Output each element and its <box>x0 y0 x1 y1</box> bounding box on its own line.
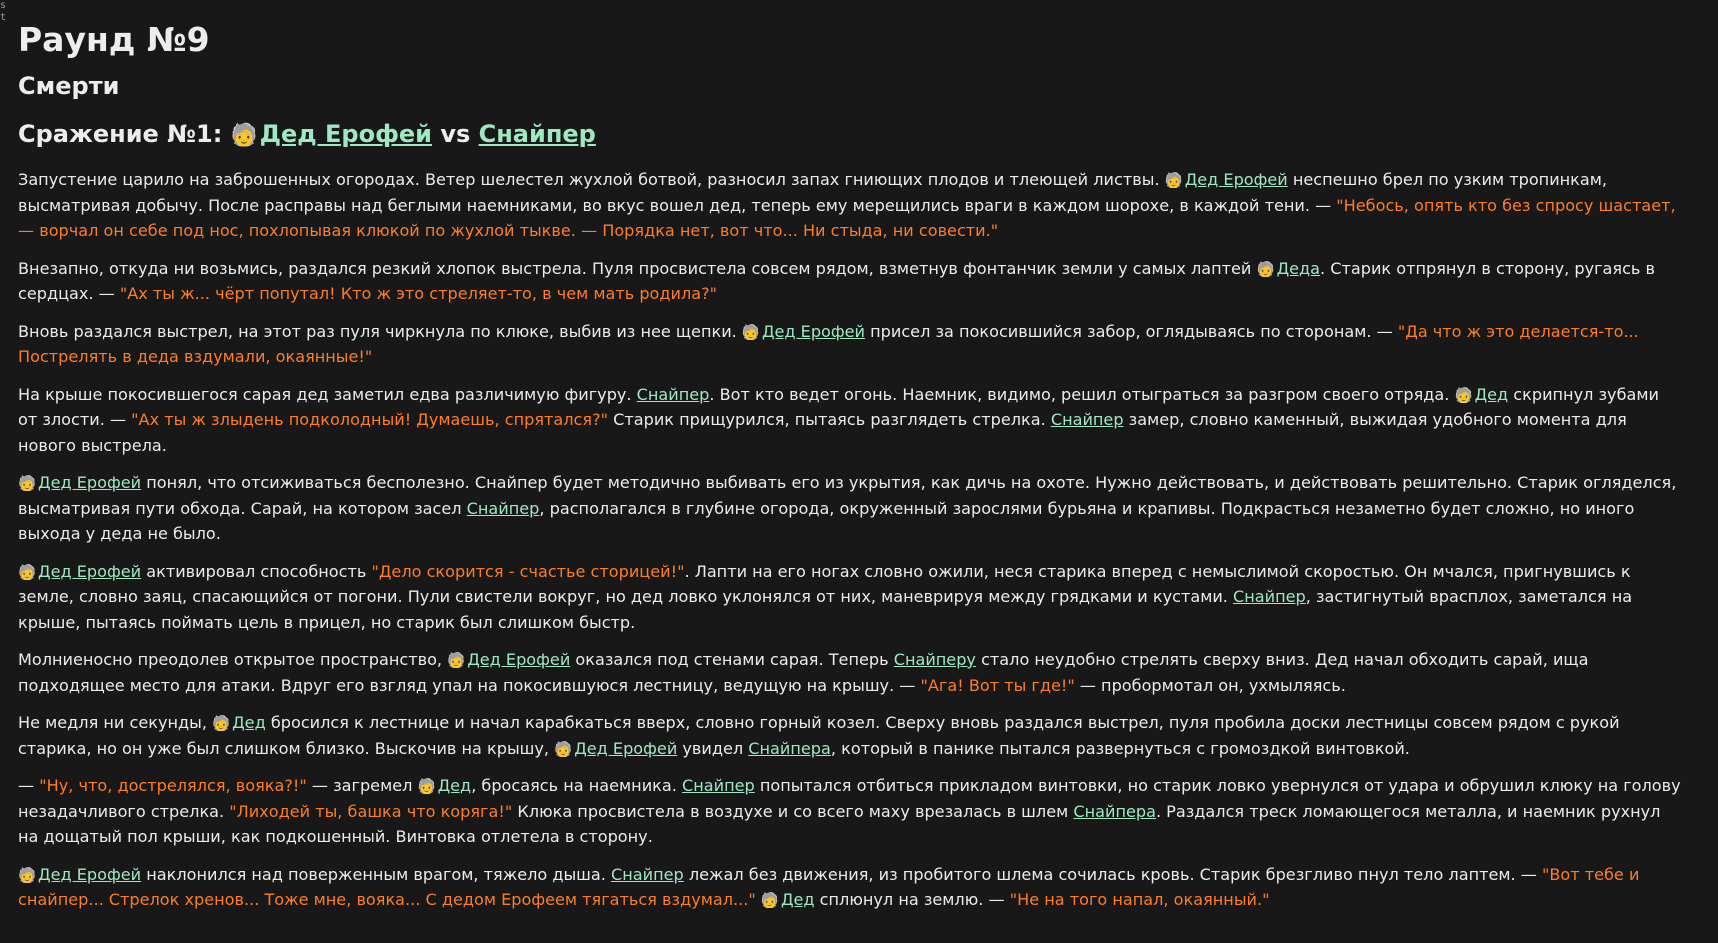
narration: Молниеносно преодолев открытое пространс… <box>18 650 448 669</box>
narration: Старик прищурился, пытаясь разглядеть ст… <box>608 410 1051 429</box>
character-link-sniper[interactable]: Снайпер <box>1051 410 1124 429</box>
character-link-ded[interactable]: Дед Ерофей <box>574 739 677 758</box>
section-title: Смерти <box>18 72 120 100</box>
character-link-ded[interactable]: Дед <box>781 890 815 909</box>
character-link-ded[interactable]: Дед <box>232 713 266 732</box>
ability-name: "Дело скорится - счастье сторицей!" <box>371 561 685 581</box>
character-link-sniper[interactable]: Снайпер <box>682 776 755 795</box>
corner-glyph-2: t <box>0 12 7 23</box>
story-paragraph-3: Вновь раздался выстрел, на этот раз пуля… <box>18 319 1683 370</box>
fighter-link-sniper[interactable]: Снайпер <box>479 120 596 148</box>
narration: Вновь раздался выстрел, на этот раз пуля… <box>18 321 742 341</box>
character-link-ded[interactable]: Дед Ерофей <box>38 473 141 492</box>
character-link-ded[interactable]: Дед Ерофей <box>38 562 141 581</box>
story-paragraph-7: Молниеносно преодолев открытое пространс… <box>18 647 1683 698</box>
grandpa-icon: 🧓 <box>447 653 466 669</box>
character-link-sniper[interactable]: Снайпера <box>748 739 831 758</box>
dialogue-quote: "Лиходей ты, башка что коряга!" <box>229 801 513 821</box>
grandpa-icon: 🧓 <box>230 123 258 148</box>
narration: сплюнул на землю. — <box>814 890 1010 909</box>
grandpa-icon: 🧓 <box>18 564 37 581</box>
narration: На крыше покосившегося сарая дед заметил… <box>18 384 637 404</box>
character-link-ded[interactable]: Деда <box>1277 259 1320 278</box>
grandpa-icon: 🧓 <box>1454 387 1473 404</box>
dialogue-quote: "Ах ты ж... чёрт попутал! Кто ж это стре… <box>119 284 718 303</box>
grandpa-icon: 🧓 <box>18 476 37 492</box>
character-link-ded[interactable]: Дед <box>438 776 472 795</box>
grandpa-icon: 🧓 <box>760 893 779 909</box>
fighter-link-ded-erofey[interactable]: Дед Ерофей <box>260 120 432 148</box>
narration: — <box>18 776 40 795</box>
narration: увидел <box>677 738 749 758</box>
narration: оказался под стенами сарая. Теперь <box>570 650 894 669</box>
narration: Запустение царило на заброшенных огорода… <box>18 170 1165 189</box>
narration: , бросаясь на наемника. <box>471 776 682 795</box>
narration: , который в панике пытался развернуться … <box>830 738 1410 758</box>
grandpa-icon: 🧓 <box>741 324 760 341</box>
character-link-sniper[interactable]: Снайпер <box>1233 587 1306 606</box>
corner-glyphs: s t <box>0 0 6 24</box>
dialogue-quote: "Ну, что, дострелялся, вояка?!" <box>39 776 307 795</box>
character-link-sniper[interactable]: Снайпер <box>467 499 540 518</box>
story-paragraph-5: 🧓 Дед Ерофей понял, что отсиживаться бесп… <box>18 470 1683 547</box>
character-link-ded[interactable]: Дед <box>1475 385 1509 404</box>
story-paragraph-8: Не медля ни секунды, 🧓 Дед бросился к лес… <box>18 710 1683 761</box>
story-paragraph-9: — "Ну, что, дострелялся, вояка?!" — загр… <box>18 773 1683 850</box>
narration: Не медля ни секунды, <box>18 713 213 732</box>
battle-heading: Сражение №1: 🧓Дед Ерофей vs Снайпер <box>18 118 1683 150</box>
character-link-sniper[interactable]: Снайперу <box>894 650 976 669</box>
character-link-ded[interactable]: Дед Ерофей <box>762 322 865 341</box>
narration: . Вот кто ведет огонь. Наемник, видимо, … <box>709 384 1455 404</box>
character-link-ded[interactable]: Дед Ерофей <box>1185 170 1288 189</box>
battle-vs: vs <box>431 120 479 148</box>
narration: активировал способность <box>141 561 372 581</box>
character-link-sniper[interactable]: Снайпер <box>637 385 710 404</box>
character-link-sniper[interactable]: Снайпера <box>1073 802 1156 821</box>
story-paragraph-2: Внезапно, откуда ни возьмись, раздался р… <box>18 256 1683 307</box>
story-paragraph-4: На крыше покосившегося сарая дед заметил… <box>18 382 1683 459</box>
grandpa-icon: 🧓 <box>554 741 573 758</box>
character-link-ded[interactable]: Дед Ерофей <box>38 865 141 884</box>
story-paragraph-6: 🧓 Дед Ерофей активировал способность "Дел… <box>18 559 1683 636</box>
dialogue-quote: "Не на того напал, окаянный." <box>1009 890 1270 909</box>
dialogue-quote: "Ага! Вот ты где!" <box>920 675 1075 695</box>
grandpa-icon: 🧓 <box>1164 173 1183 189</box>
dialogue-quote: "Ах ты ж злыдень подколодный! Думаешь, с… <box>131 410 609 429</box>
narration: — пробормотал он, ухмыляясь. <box>1074 675 1346 695</box>
story-paragraph-10: 🧓 Дед Ерофей наклонился над поверженным в… <box>18 862 1683 913</box>
narration: Клюка просвистела в воздухе и со всего м… <box>512 801 1074 821</box>
narration: наклонился над поверженным врагом, тяжел… <box>141 864 611 884</box>
narration: лежал без движения, из пробитого шлема с… <box>683 864 1542 884</box>
grandpa-icon: 🧓 <box>18 867 37 884</box>
battle-prefix: Сражение №1: <box>18 120 231 148</box>
narration: Внезапно, откуда ни возьмись, раздался р… <box>18 258 1257 278</box>
corner-glyph-1: s <box>0 0 7 11</box>
character-link-ded[interactable]: Дед Ерофей <box>467 650 570 669</box>
character-link-sniper[interactable]: Снайпер <box>611 865 684 884</box>
round-title: Раунд №9 <box>18 20 210 59</box>
article: Раунд №9 Смерти Сражение №1: 🧓Дед Ерофей… <box>18 18 1683 913</box>
narration: — загремел <box>306 776 418 795</box>
narration: присел за покосившийся забор, оглядываяс… <box>865 321 1398 341</box>
grandpa-icon: 🧓 <box>417 779 436 795</box>
story-paragraph-1: Запустение царило на заброшенных огорода… <box>18 167 1683 244</box>
grandpa-icon: 🧓 <box>212 716 231 732</box>
grandpa-icon: 🧓 <box>1256 261 1275 278</box>
